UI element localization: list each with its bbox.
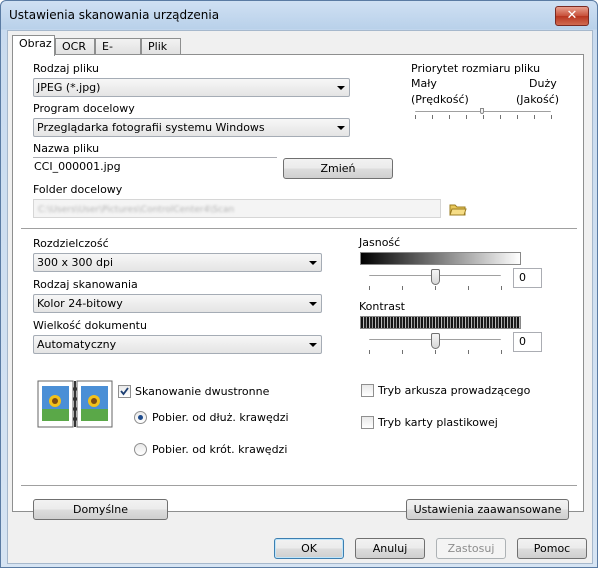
file-size-high-label: Duży — [529, 77, 557, 90]
doc-size-label: Wielkość dokumentu — [33, 319, 147, 332]
resolution-label: Rozdzielczość — [33, 237, 109, 250]
file-type-label: Rodzaj pliku — [33, 62, 100, 75]
contrast-input[interactable]: 0 — [513, 332, 542, 352]
slider-tick — [435, 286, 436, 290]
slider-tick — [402, 350, 403, 354]
help-button[interactable]: Pomoc — [517, 538, 587, 559]
dest-folder-value: C:\Users\User\Pictures\ControlCenter4\Sc… — [38, 205, 235, 215]
scan-type-label: Rodzaj skanowania — [33, 278, 138, 291]
slider-tick — [501, 350, 502, 354]
checkmark-icon — [120, 387, 129, 396]
contrast-value: 0 — [519, 335, 526, 348]
slider-tick — [449, 115, 450, 119]
doc-size-select[interactable]: Automatyczny — [33, 335, 322, 354]
tab-email[interactable]: E-mail — [95, 38, 141, 69]
resolution-select[interactable]: 300 x 300 dpi — [33, 253, 322, 272]
doc-size-value: Automatyczny — [37, 338, 117, 351]
file-name-input[interactable]: CCI_000001.jpg — [33, 157, 277, 176]
dialog-client: Obraz OCR E-mail Plik Rodzaj pliku JPEG … — [7, 30, 593, 564]
brightness-gradient — [360, 252, 521, 265]
dialog-window: Ustawienia skanowania urządzenia ✕ Obraz… — [0, 0, 598, 568]
slider-tick — [369, 350, 370, 354]
duplex-label: Skanowanie dwustronne — [135, 385, 270, 398]
apply-button[interactable]: Zastosuj — [436, 538, 506, 559]
file-size-low-label: Mały — [411, 77, 437, 90]
brightness-value: 0 — [519, 271, 526, 284]
file-size-thumb[interactable] — [480, 108, 484, 114]
chevron-down-icon — [309, 302, 317, 306]
scan-type-select[interactable]: Kolor 24-bitowy — [33, 294, 322, 313]
slider-tick — [534, 115, 535, 119]
target-app-label: Program docelowy — [33, 102, 135, 115]
duplex-checkbox[interactable] — [118, 385, 131, 398]
file-size-high-sub: (Jakość) — [516, 93, 560, 106]
resolution-value: 300 x 300 dpi — [37, 256, 114, 269]
ok-button[interactable]: OK — [274, 538, 344, 559]
plastic-card-checkbox[interactable] — [361, 416, 374, 429]
scan-type-value: Kolor 24-bitowy — [37, 297, 123, 310]
contrast-thumb[interactable] — [431, 333, 440, 349]
dest-folder-label: Folder docelowy — [33, 183, 123, 196]
carrier-sheet-checkbox[interactable] — [361, 384, 374, 397]
slider-tick — [466, 115, 467, 119]
file-size-low-sub: (Prędkość) — [411, 93, 469, 106]
slider-tick — [468, 286, 469, 290]
plastic-card-label: Tryb karty plastikowej — [378, 416, 498, 429]
tab-ocr[interactable]: OCR — [55, 38, 95, 55]
contrast-pattern — [360, 316, 521, 329]
brightness-label: Jasność — [359, 236, 401, 249]
slider-tick — [483, 115, 484, 119]
slider-tick — [468, 350, 469, 354]
duplex-book-icon — [37, 379, 113, 429]
file-type-value: JPEG (*.jpg) — [37, 81, 101, 94]
slider-tick — [369, 286, 370, 290]
chevron-down-icon — [337, 86, 345, 90]
short-edge-radio[interactable] — [134, 443, 147, 456]
change-name-button[interactable]: Zmień — [283, 158, 393, 179]
slider-tick — [432, 115, 433, 119]
slider-tick — [501, 286, 502, 290]
contrast-label: Kontrast — [359, 300, 405, 313]
slider-tick — [500, 115, 501, 119]
radio-selected-dot — [138, 415, 143, 420]
title-bar[interactable]: Ustawienia skanowania urządzenia ✕ — [1, 1, 597, 29]
defaults-button[interactable]: Domyślne — [33, 499, 168, 520]
chevron-down-icon — [309, 343, 317, 347]
slider-tick — [517, 115, 518, 119]
dest-folder-input[interactable]: C:\Users\User\Pictures\ControlCenter4\Sc… — [33, 199, 441, 218]
target-app-select[interactable]: Przeglądarka fotografii systemu Windows — [33, 118, 350, 137]
short-edge-label: Pobier. od krót. krawędzi — [152, 443, 288, 456]
chevron-down-icon — [337, 126, 345, 130]
chevron-down-icon — [309, 261, 317, 265]
slider-tick — [402, 286, 403, 290]
folder-open-icon[interactable] — [449, 201, 467, 217]
tab-obraz[interactable]: Obraz — [12, 35, 55, 56]
target-app-value: Przeglądarka fotografii systemu Windows — [37, 121, 265, 134]
file-type-select[interactable]: JPEG (*.jpg) — [33, 78, 350, 97]
tab-panel-obraz: Rodzaj pliku JPEG (*.jpg) Program docelo… — [12, 54, 584, 512]
brightness-thumb[interactable] — [431, 269, 440, 285]
long-edge-radio[interactable] — [134, 411, 147, 424]
divider — [21, 485, 577, 487]
tab-plik[interactable]: Plik — [141, 38, 181, 55]
window-title: Ustawienia skanowania urządzenia — [9, 8, 220, 22]
slider-tick — [551, 115, 552, 119]
close-button[interactable]: ✕ — [555, 6, 589, 26]
divider — [21, 228, 577, 230]
slider-tick — [415, 115, 416, 119]
slider-tick — [435, 350, 436, 354]
file-name-label: Nazwa pliku — [33, 142, 100, 155]
file-name-value: CCI_000001.jpg — [34, 160, 121, 173]
file-size-title: Priorytet rozmiaru pliku — [411, 62, 541, 75]
long-edge-label: Pobier. od dłuż. krawędzi — [152, 411, 289, 424]
cancel-button[interactable]: Anuluj — [355, 538, 425, 559]
carrier-sheet-label: Tryb arkusza prowadzącego — [378, 384, 531, 397]
advanced-settings-button[interactable]: Ustawienia zaawansowane — [406, 499, 569, 520]
brightness-input[interactable]: 0 — [513, 268, 542, 288]
close-icon: ✕ — [566, 8, 578, 23]
